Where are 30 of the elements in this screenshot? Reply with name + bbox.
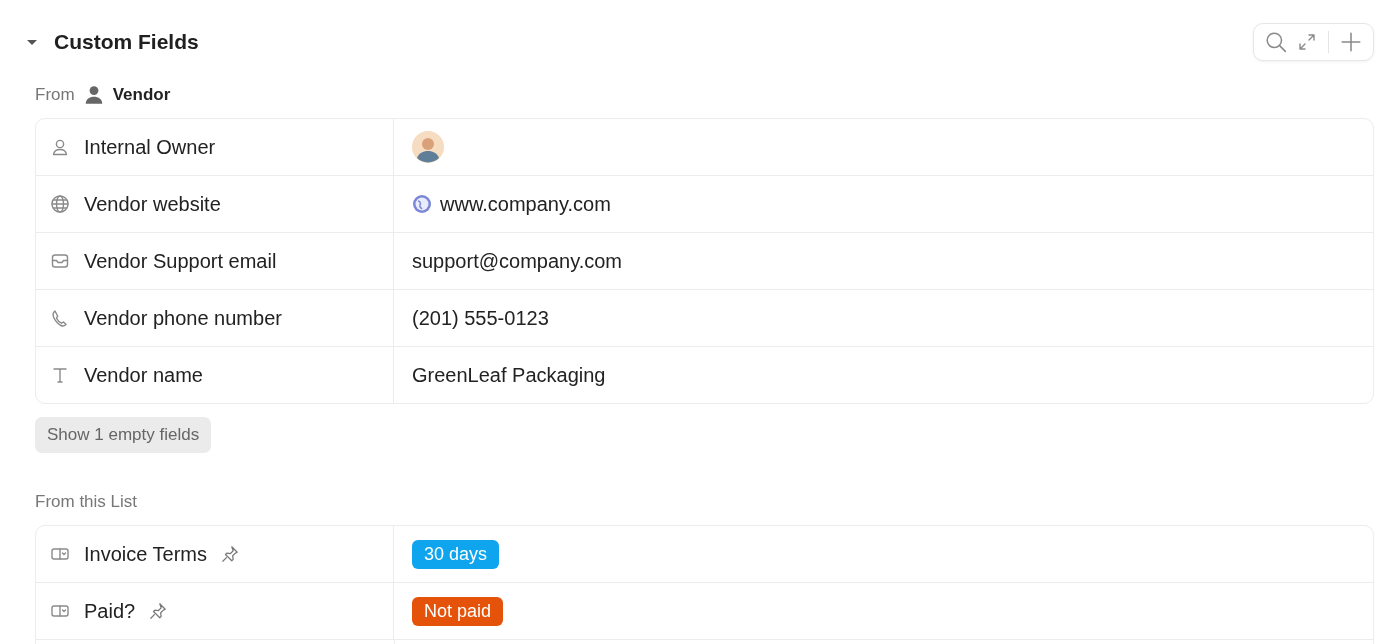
source-name: Vendor	[112, 85, 171, 105]
avatar	[412, 131, 444, 163]
field-name: Paid?	[84, 599, 136, 623]
person-icon	[50, 137, 70, 157]
status-tag[interactable]: 30 days	[412, 539, 500, 569]
field-value: support@company.com	[412, 249, 623, 273]
search-icon	[1265, 30, 1287, 53]
pin-icon[interactable]	[221, 545, 239, 563]
website-link[interactable]: www.company.com	[440, 192, 611, 216]
field-name: Vendor website	[84, 192, 221, 216]
add-icon	[1340, 30, 1362, 53]
field-value: GreenLeaf Packaging	[412, 363, 606, 387]
section-title: Custom Fields	[54, 29, 200, 54]
field-name: Vendor phone number	[84, 306, 282, 330]
show-empty-fields-button[interactable]: Show 1 empty fields	[35, 417, 212, 453]
pin-icon[interactable]	[149, 602, 168, 620]
field-name: Vendor Support email	[84, 249, 277, 273]
globe-icon	[412, 194, 432, 214]
group-label: From	[35, 85, 75, 105]
field-name: Internal Owner	[84, 135, 216, 159]
field-name: Vendor name	[84, 363, 203, 387]
field-name: Invoice Terms	[84, 542, 207, 566]
field-value: (201) 555-0123	[412, 306, 549, 330]
globe-icon	[50, 194, 70, 214]
phone-icon	[50, 308, 70, 328]
expand-icon	[1297, 31, 1317, 52]
status-tag[interactable]: Not paid	[412, 596, 504, 626]
envelope-icon	[50, 251, 70, 271]
group-label: From this List	[35, 492, 138, 512]
text-type-icon	[50, 365, 70, 385]
